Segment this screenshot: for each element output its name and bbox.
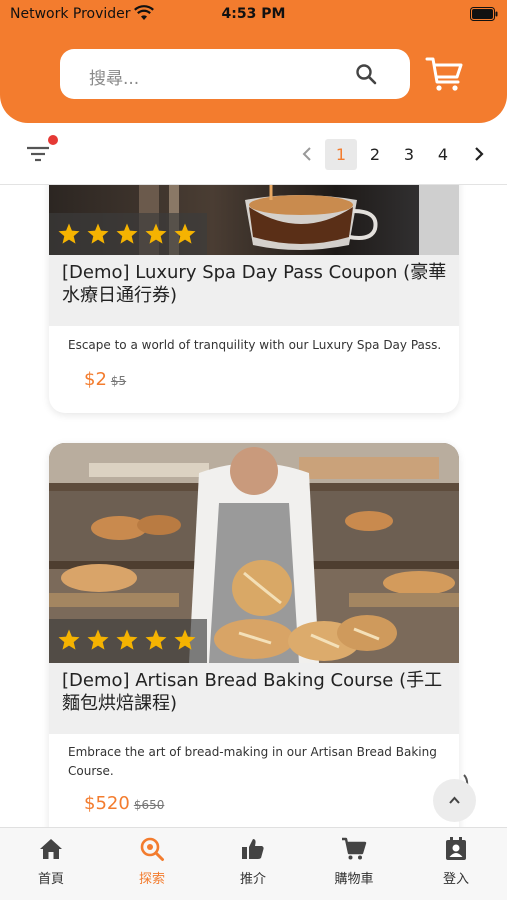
price-original: $5 [110, 374, 127, 388]
nav-label: 登入 [442, 872, 469, 887]
nav-cart[interactable]: 購物車 [324, 836, 384, 896]
product-list: [Demo] Luxury Spa Day Pass Coupon (豪華水療日… [0, 185, 507, 827]
explore-icon [140, 837, 164, 861]
star-icon [58, 629, 80, 650]
bottom-navigation: 首頁 探索 推介 購物車 登入 [0, 827, 507, 900]
product-card[interactable]: [Demo] Luxury Spa Day Pass Coupon (豪華水療日… [49, 185, 459, 413]
page-button-2[interactable]: 2 [359, 139, 391, 170]
chevron-right-icon[interactable] [470, 141, 488, 167]
product-price: $520 $650 [84, 793, 164, 814]
rating-stars [49, 619, 207, 663]
cart-icon[interactable] [424, 55, 464, 93]
search-input[interactable]: 搜尋... [60, 49, 410, 99]
chevron-up-icon [449, 796, 460, 804]
nav-label: 推介 [239, 872, 266, 887]
star-icon [174, 629, 196, 650]
filter-active-badge [48, 135, 58, 145]
search-placeholder: 搜尋... [89, 69, 140, 89]
chevron-left-icon[interactable] [298, 141, 316, 167]
app-header: Network Provider 4:53 PM 搜尋... [0, 0, 507, 123]
cart-icon [342, 837, 367, 860]
star-icon [116, 223, 138, 244]
status-bar: Network Provider 4:53 PM [0, 0, 507, 30]
nav-login[interactable]: 登入 [426, 836, 486, 896]
nav-label: 首頁 [37, 872, 64, 887]
scroll-to-top-button[interactable] [433, 779, 476, 822]
thumbs-up-icon [242, 839, 264, 859]
battery-icon [470, 7, 498, 21]
product-price: $2 $5 [84, 369, 126, 390]
product-description: Embrace the art of bread-making in our A… [68, 745, 437, 778]
nav-label: 購物車 [334, 872, 374, 887]
product-title[interactable]: [Demo] Luxury Spa Day Pass Coupon (豪華水療日… [62, 261, 449, 307]
page-button-1[interactable]: 1 [325, 139, 357, 170]
star-icon [116, 629, 138, 650]
nav-explore[interactable]: 探索 [122, 836, 182, 896]
price-current: $2 [84, 369, 107, 390]
product-title-area: [Demo] Artisan Bread Baking Course (手工麵包… [49, 663, 459, 734]
filter-pagination-bar: 1 2 3 4 [0, 123, 507, 185]
search-icon[interactable] [354, 62, 378, 86]
nav-home[interactable]: 首頁 [21, 836, 81, 896]
page-button-3[interactable]: 3 [393, 139, 425, 170]
clock: 4:53 PM [221, 6, 286, 22]
price-original: $650 [133, 798, 165, 812]
nav-recommend[interactable]: 推介 [223, 836, 283, 896]
star-icon [58, 223, 80, 244]
nav-label: 探索 [138, 872, 165, 887]
star-icon [87, 223, 109, 244]
filter-icon[interactable] [25, 142, 51, 166]
product-description: Escape to a world of tranquility with ou… [68, 338, 442, 352]
product-title[interactable]: [Demo] Artisan Bread Baking Course (手工麵包… [62, 669, 449, 715]
home-icon [40, 839, 62, 859]
rating-stars [49, 213, 207, 257]
star-icon [87, 629, 109, 650]
star-icon [145, 223, 167, 244]
star-icon [145, 629, 167, 650]
page-button-4[interactable]: 4 [427, 139, 459, 170]
login-icon [446, 837, 466, 860]
product-card[interactable]: [Demo] Artisan Bread Baking Course (手工麵包… [49, 443, 459, 827]
price-current: $520 [84, 793, 130, 814]
product-title-area: [Demo] Luxury Spa Day Pass Coupon (豪華水療日… [49, 255, 459, 326]
screen: Network Provider 4:53 PM 搜尋... 1 2 3 4 [… [0, 0, 507, 900]
star-icon [174, 223, 196, 244]
